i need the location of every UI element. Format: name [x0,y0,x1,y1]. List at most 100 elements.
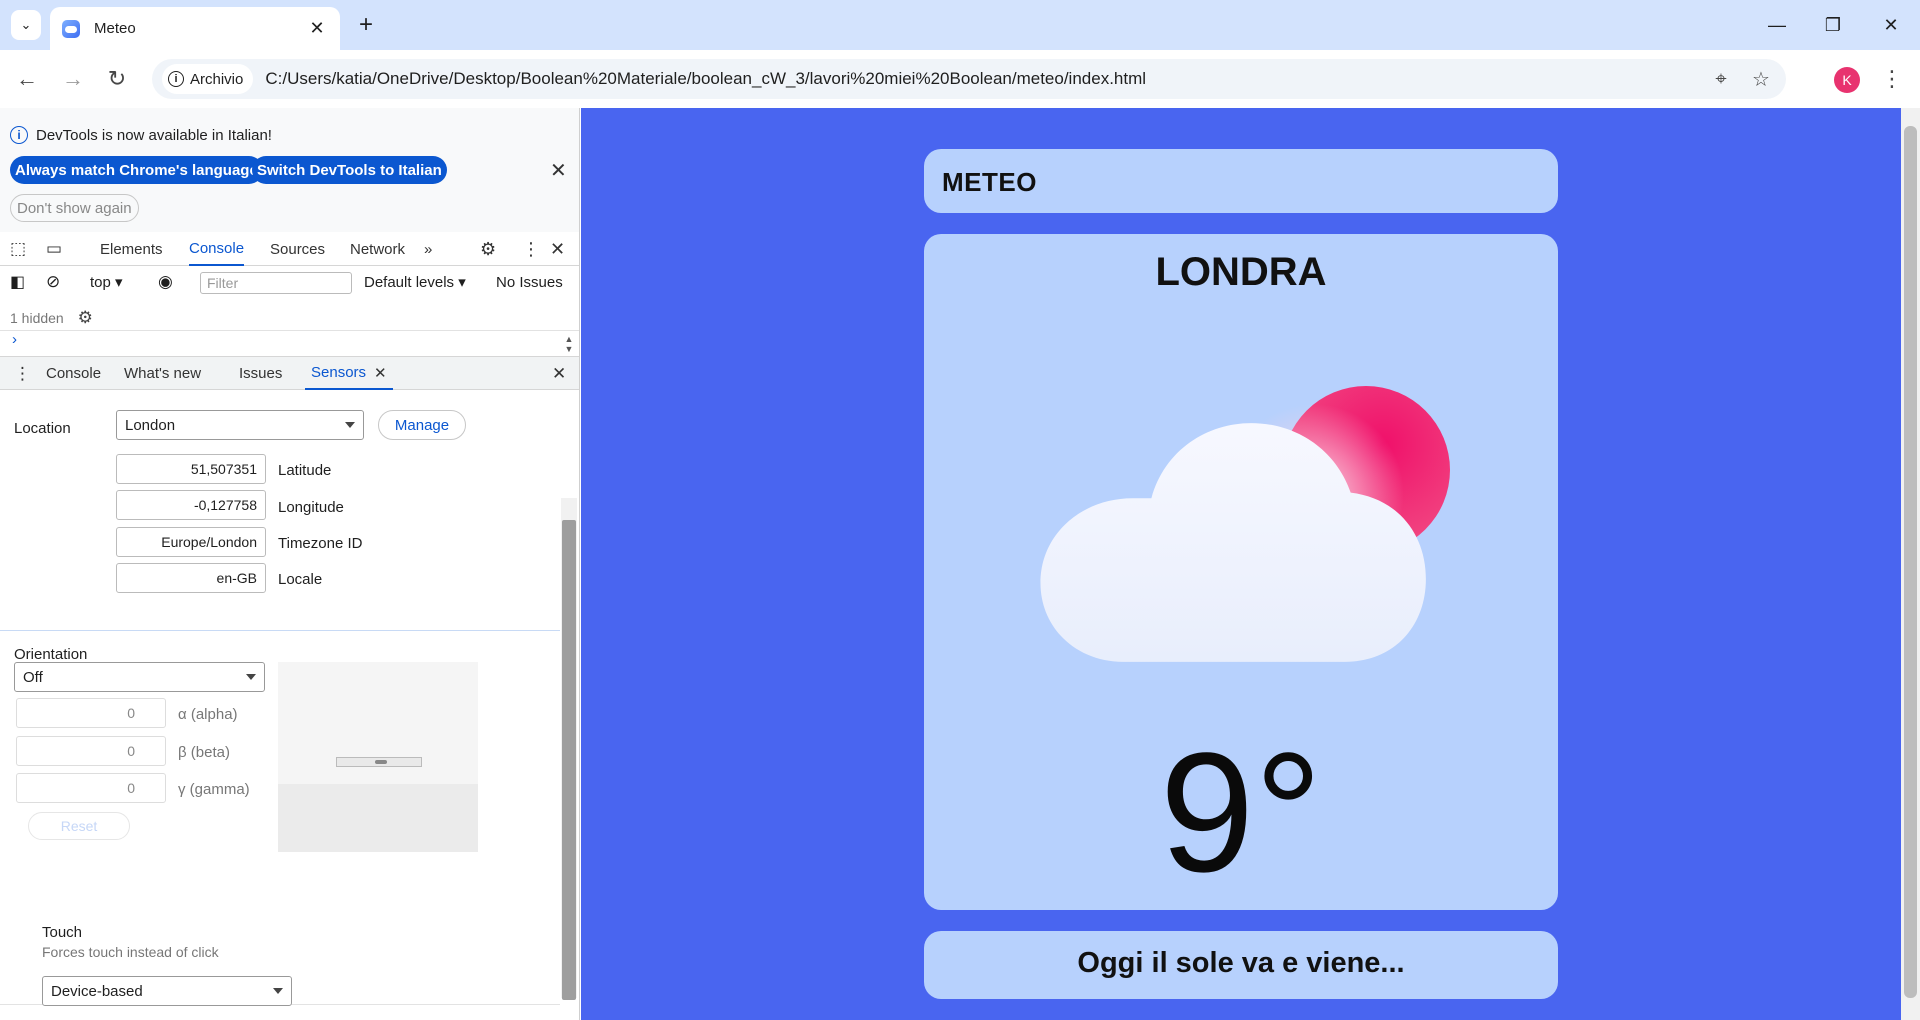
locale-input[interactable]: en-GB [116,563,266,593]
location-label: Location [14,420,71,437]
context-value: top [90,274,111,291]
tab-console[interactable]: Console [189,232,245,266]
sensors-scroll-thumb[interactable] [562,520,576,1000]
latitude-input[interactable]: 51,507351 [116,454,266,484]
log-levels-select[interactable]: Default levels ▾ [364,273,466,291]
longitude-label: Longitude [278,499,344,516]
context-select[interactable]: top ▾ [90,273,123,291]
device-toolbar-icon[interactable]: ▭ [46,232,62,266]
bookmark-star-icon[interactable]: ☆ [1746,64,1776,94]
locale-label: Locale [278,571,323,588]
settings-gear-icon[interactable]: ⚙ [480,232,496,266]
tab-elements[interactable]: Elements [100,232,163,266]
alpha-input[interactable]: 0 [16,698,166,728]
sensors-scrollbar[interactable] [561,498,577,1000]
page-scroll-thumb[interactable] [1904,126,1917,998]
devtools-infobar: i DevTools is now available in Italian! … [0,108,579,232]
orientation-preview[interactable] [278,662,478,852]
profile-avatar[interactable]: K [1834,67,1860,93]
hidden-count: 1 hidden ⚙ [10,308,93,328]
dont-show-again-button[interactable]: Don't show again [10,194,139,222]
site-chip-label: Archivio [190,70,244,88]
chevron-down-icon: ⌄ [20,17,32,32]
weather-card: LONDRA 9° [924,234,1558,910]
drawer-menu-icon[interactable]: ⋮ [14,357,31,390]
browser-toolbar: ← → ↻ i Archivio C:/Users/katia/OneDrive… [0,50,1920,108]
orientation-select[interactable]: Off [14,662,265,692]
close-devtools-icon[interactable]: ✕ [550,232,565,266]
tab-network[interactable]: Network [350,232,405,266]
beta-label: β (beta) [178,744,230,761]
switch-language-button[interactable]: Switch DevTools to Italian [252,156,447,184]
drawer-tab-issues[interactable]: Issues [239,357,282,390]
alpha-label: α (alpha) [178,706,238,723]
restore-button[interactable]: ❐ [1804,0,1862,50]
timezone-input[interactable]: Europe/London [116,527,266,557]
drawer-tab-sensors[interactable]: Sensors ✕ [305,357,393,390]
touch-label: Touch [42,924,83,941]
orientation-value: Off [23,668,43,686]
forecast-text: Oggi il sole va e viene... [1077,947,1405,979]
page-scrollbar[interactable] [1901,108,1920,1020]
close-tab-icon[interactable]: ✕ [306,18,328,40]
drawer-tab-whats-new[interactable]: What's new [124,357,201,390]
drawer-tab-console[interactable]: Console [46,357,101,390]
forward-button[interactable]: → [56,62,90,96]
address-bar[interactable]: i Archivio C:/Users/katia/OneDrive/Deskt… [152,59,1786,99]
console-settings-gear-icon[interactable]: ⚙ [78,308,93,327]
touch-value: Device-based [51,982,143,1000]
inspect-element-icon[interactable]: ⬚ [10,232,26,266]
browser-menu-icon[interactable]: ⋮ [1881,64,1903,94]
close-sensors-icon[interactable]: ✕ [374,364,387,382]
longitude-input[interactable]: -0,127758 [116,490,266,520]
gamma-input[interactable]: 0 [16,773,166,803]
orientation-preview-floor [278,784,478,852]
app-title: METEO [942,167,1037,197]
info-icon: i [10,126,28,144]
match-language-button[interactable]: Always match Chrome's language [10,156,263,184]
forecast-card: Oggi il sole va e viene... [924,931,1558,999]
console-filter-input[interactable]: Filter [200,272,352,294]
latitude-label: Latitude [278,462,332,479]
touch-select[interactable]: Device-based [42,976,292,1006]
dropdown-caret-icon [246,674,256,680]
devtools-main-tabs: ⬚ ▭ Elements Console Sources Network » ⚙… [0,232,579,266]
url-text[interactable]: C:/Users/katia/OneDrive/Desktop/Boolean%… [265,69,1706,89]
close-drawer-icon[interactable]: ✕ [552,357,566,390]
back-button[interactable]: ← [10,62,44,96]
gamma-label: γ (gamma) [178,781,250,798]
sidebar-toggle-icon[interactable]: ◧ [10,272,25,292]
manage-locations-button[interactable]: Manage [378,410,466,440]
console-prompt[interactable]: › [0,330,579,352]
dropdown-caret-icon [273,988,283,994]
live-expression-eye-icon[interactable]: ◉ [158,272,173,292]
more-tabs-icon[interactable]: » [424,232,432,266]
tab-title: Meteo [94,20,136,37]
tab-sources[interactable]: Sources [270,232,325,266]
close-infobar-icon[interactable]: ✕ [550,158,567,183]
clear-console-icon[interactable]: ⊘ [46,272,60,292]
reload-button[interactable]: ↻ [100,62,134,96]
location-pin-icon[interactable]: ⌖ [1706,64,1736,94]
tab-strip: ⌄ Meteo ✕ + — ❐ ✕ [0,0,1920,50]
minimize-button[interactable]: — [1748,0,1806,50]
close-window-button[interactable]: ✕ [1862,0,1920,50]
browser-tab[interactable]: Meteo ✕ [50,7,340,50]
sensors-panel: Location London Manage 51,507351 Latitud… [0,390,560,1020]
app-header-card: METEO [924,149,1558,213]
devtools-menu-icon[interactable]: ⋮ [522,232,540,266]
section-divider [0,630,560,631]
location-select[interactable]: London [116,410,364,440]
console-scroll-arrows[interactable]: ▲ ▼ [563,334,575,356]
info-icon: i [168,71,184,87]
log-levels-value: Default levels [364,274,455,291]
reset-orientation-button[interactable]: Reset [28,812,130,840]
partly-cloudy-icon [1040,386,1450,662]
new-tab-button[interactable]: + [352,11,380,39]
site-info-chip[interactable]: i Archivio [162,64,254,94]
beta-input[interactable]: 0 [16,736,166,766]
issues-count[interactable]: No Issues [496,274,563,291]
touch-description: Forces touch instead of click [42,944,219,960]
tab-search-button[interactable]: ⌄ [11,10,41,40]
location-value: London [125,416,176,434]
